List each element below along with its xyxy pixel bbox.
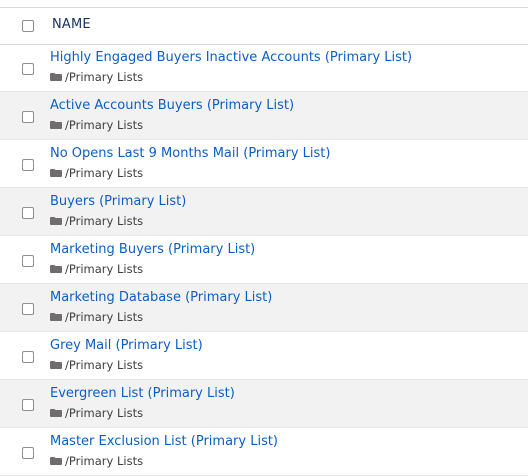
list-name-link[interactable]: Master Exclusion List (Primary List) (50, 434, 278, 449)
select-all-checkbox[interactable] (22, 20, 34, 32)
table-row: No Opens Last 9 Months Mail (Primary Lis… (0, 140, 528, 188)
folder-icon (50, 169, 62, 177)
folder-path-text: /Primary Lists (65, 214, 144, 228)
table-row: Master Exclusion List (Primary List) /Pr… (0, 428, 528, 476)
list-name-link[interactable]: Evergreen List (Primary List) (50, 386, 235, 401)
list-name-link[interactable]: Marketing Database (Primary List) (50, 290, 272, 305)
list-name-link[interactable]: Active Accounts Buyers (Primary List) (50, 98, 294, 113)
row-checkbox[interactable] (22, 159, 34, 171)
list-name-link[interactable]: Marketing Buyers (Primary List) (50, 242, 255, 257)
table-row: Buyers (Primary List) /Primary Lists (0, 188, 528, 236)
table-row: Highly Engaged Buyers Inactive Accounts … (0, 44, 528, 92)
list-name-link[interactable]: Highly Engaged Buyers Inactive Accounts … (50, 50, 412, 65)
folder-icon (50, 265, 62, 273)
table-header: NAME (0, 8, 528, 45)
folder-path-text: /Primary Lists (65, 406, 144, 420)
list-name-link[interactable]: Grey Mail (Primary List) (50, 338, 203, 353)
column-header-name[interactable]: NAME (52, 17, 91, 32)
folder-icon (50, 73, 62, 81)
row-checkbox[interactable] (22, 207, 34, 219)
table-row: Evergreen List (Primary List) /Primary L… (0, 380, 528, 428)
folder-icon (50, 121, 62, 129)
table-row: Grey Mail (Primary List) /Primary Lists (0, 332, 528, 380)
row-checkbox[interactable] (22, 351, 34, 363)
folder-icon (50, 409, 62, 417)
row-checkbox[interactable] (22, 399, 34, 411)
folder-path-text: /Primary Lists (65, 70, 144, 84)
row-checkbox[interactable] (22, 111, 34, 123)
row-checkbox[interactable] (22, 63, 34, 75)
folder-path-text: /Primary Lists (65, 262, 144, 276)
table-row: Active Accounts Buyers (Primary List) /P… (0, 92, 528, 140)
row-checkbox[interactable] (22, 303, 34, 315)
folder-icon (50, 217, 62, 225)
folder-icon (50, 313, 62, 321)
folder-path-text: /Primary Lists (65, 358, 144, 372)
row-checkbox[interactable] (22, 255, 34, 267)
list-table: NAME Highly Engaged Buyers Inactive Acco… (0, 0, 528, 476)
row-checkbox[interactable] (22, 447, 34, 459)
table-row: Marketing Database (Primary List) /Prima… (0, 284, 528, 332)
folder-path-text: /Primary Lists (65, 166, 144, 180)
list-name-link[interactable]: No Opens Last 9 Months Mail (Primary Lis… (50, 146, 330, 161)
folder-path-text: /Primary Lists (65, 118, 144, 132)
folder-path-text: /Primary Lists (65, 454, 144, 468)
folder-icon (50, 457, 62, 465)
list-name-link[interactable]: Buyers (Primary List) (50, 194, 186, 209)
folder-path-text: /Primary Lists (65, 310, 144, 324)
folder-icon (50, 361, 62, 369)
table-row: Marketing Buyers (Primary List) /Primary… (0, 236, 528, 284)
